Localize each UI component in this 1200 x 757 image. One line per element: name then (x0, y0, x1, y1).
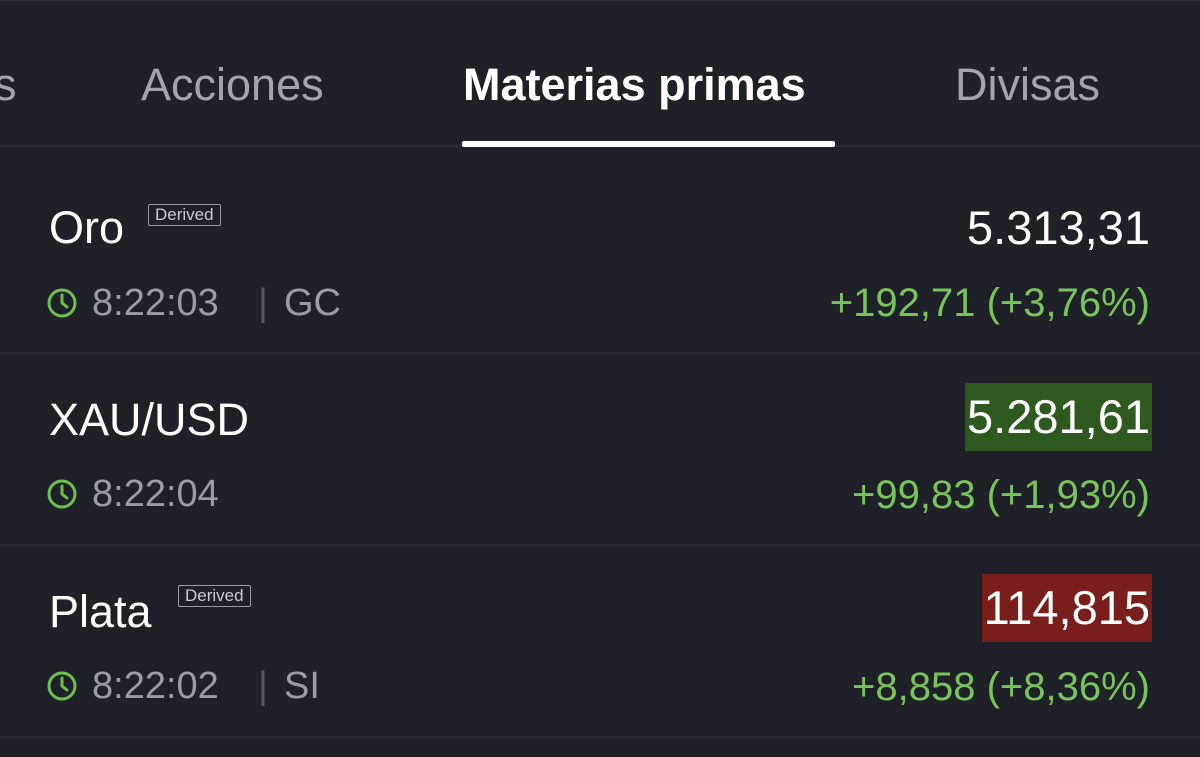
tab-materias-primas[interactable]: Materias primas (463, 57, 806, 113)
tab-divisas[interactable]: Divisas (955, 57, 1100, 113)
active-tab-indicator (462, 141, 835, 147)
price-change: +99,83 (+1,93%) (852, 473, 1150, 517)
tab-bar: s Acciones Materias primas Divisas (0, 0, 1200, 147)
clock-icon (47, 288, 77, 318)
instrument-name: XAU/USD (49, 394, 250, 445)
instrument-symbol: GC (284, 282, 341, 324)
clock-icon (47, 671, 77, 701)
last-update-time: 8:22:04 (92, 473, 219, 515)
list-item-xau-usd[interactable]: XAU/USD 8:22:04 5.281,61 +99,83 (+1,93%) (0, 356, 1200, 546)
list-item-plata[interactable]: Plata Derived 8:22:02 | SI 114,815 +8,85… (0, 548, 1200, 738)
last-update-time: 8:22:03 (92, 282, 219, 324)
separator: | (258, 282, 268, 324)
instrument-name: Oro (49, 202, 125, 253)
list-item-oro[interactable]: Oro Derived 8:22:03 | GC 5.313,31 +192,7… (0, 164, 1200, 354)
derived-badge: Derived (148, 204, 221, 226)
derived-badge: Derived (178, 585, 251, 607)
price-value: 114,815 (981, 574, 1152, 642)
instrument-symbol: SI (284, 665, 320, 707)
clock-icon (47, 479, 77, 509)
tab-acciones[interactable]: Acciones (141, 57, 324, 113)
price-change: +8,858 (+8,36%) (852, 665, 1150, 709)
price-value: 5.313,31 (967, 201, 1150, 254)
separator: | (258, 665, 268, 707)
price-change: +192,71 (+3,76%) (829, 281, 1150, 325)
instrument-name: Plata (49, 586, 152, 637)
tab-previous[interactable]: s (0, 57, 17, 113)
price-value: 5.281,61 (965, 383, 1152, 451)
last-update-time: 8:22:02 (92, 665, 219, 707)
